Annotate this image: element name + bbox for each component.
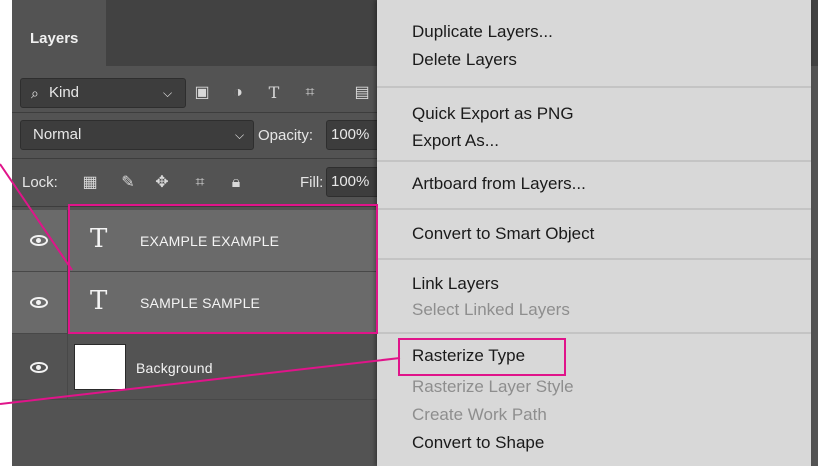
menu-item-rasterize-type[interactable]: Rasterize Type xyxy=(412,346,525,366)
lock-transparent-icon[interactable]: ▦ xyxy=(80,173,100,193)
menu-separator xyxy=(377,258,811,260)
fill-field[interactable]: 100% xyxy=(326,167,382,197)
fill-label: Fill: xyxy=(300,174,324,191)
chevron-down-icon: ⌵ xyxy=(235,128,245,142)
menu-separator xyxy=(377,86,811,88)
lock-move-icon[interactable]: ✥ xyxy=(152,173,172,193)
lock-label: Lock: xyxy=(22,174,58,191)
menu-item-rasterize-layer-style: Rasterize Layer Style xyxy=(412,377,574,396)
filter-kind-select[interactable]: ⌕ Kind ⌵ xyxy=(20,78,186,108)
eye-icon xyxy=(30,297,48,308)
menu-item-artboard-from-layers[interactable]: Artboard from Layers... xyxy=(412,174,586,194)
shape-filter-icon[interactable]: ⌗ xyxy=(300,83,320,103)
divider xyxy=(12,158,382,159)
menu-item-export-as[interactable]: Export As... xyxy=(412,131,499,151)
divider xyxy=(12,206,382,207)
visibility-toggle[interactable] xyxy=(12,210,68,272)
fill-value: 100% xyxy=(331,173,370,190)
chevron-down-icon: ⌵ xyxy=(163,86,173,100)
menu-item-convert-to-shape[interactable]: Convert to Shape xyxy=(412,433,544,453)
layer-name[interactable]: SAMPLE SAMPLE xyxy=(140,295,260,311)
menu-separator xyxy=(377,332,811,334)
opacity-label: Opacity: xyxy=(258,127,314,144)
opacity-field[interactable]: 100% xyxy=(326,120,382,150)
tab-layers[interactable]: Layers xyxy=(12,0,106,66)
menu-item-link-layers[interactable]: Link Layers xyxy=(412,274,499,294)
type-layer-icon: T xyxy=(90,286,108,316)
filter-kind-label: Kind xyxy=(49,84,80,101)
layer-name[interactable]: Background xyxy=(136,360,213,376)
menu-separator xyxy=(377,208,811,210)
layer-row-sample[interactable]: T SAMPLE SAMPLE xyxy=(12,272,382,334)
type-filter-icon[interactable]: T xyxy=(264,83,284,103)
type-layer-icon: T xyxy=(90,224,108,254)
opacity-value: 100% xyxy=(331,126,370,143)
visibility-toggle[interactable] xyxy=(12,272,68,334)
menu-item-select-linked-layers: Select Linked Layers xyxy=(412,300,570,319)
visibility-toggle[interactable] xyxy=(12,334,68,400)
menu-item-convert-smart-object[interactable]: Convert to Smart Object xyxy=(412,224,594,244)
eye-icon xyxy=(30,235,48,246)
menu-item-create-work-path: Create Work Path xyxy=(412,405,547,424)
lock-all-icon[interactable]: 🔒︎ xyxy=(226,173,246,193)
lock-artboard-icon[interactable]: ⌗ xyxy=(190,173,210,193)
blend-mode-value: Normal xyxy=(33,126,82,143)
search-icon: ⌕ xyxy=(31,85,39,101)
adjustment-filter-icon[interactable]: ◑ xyxy=(228,83,248,103)
divider xyxy=(12,112,382,113)
layer-row-example[interactable]: T EXAMPLE EXAMPLE xyxy=(12,210,382,272)
layer-thumbnail xyxy=(74,344,126,390)
layer-row-background[interactable]: Background xyxy=(12,334,382,400)
lock-brush-icon[interactable]: ✎ xyxy=(118,173,138,193)
blend-mode-select[interactable]: Normal ⌵ xyxy=(20,120,254,150)
menu-item-quick-export-png[interactable]: Quick Export as PNG xyxy=(412,104,574,124)
eye-icon xyxy=(30,362,48,373)
menu-item-duplicate-layers[interactable]: Duplicate Layers... xyxy=(412,22,553,42)
layer-name[interactable]: EXAMPLE EXAMPLE xyxy=(140,233,279,249)
menu-item-delete-layers[interactable]: Delete Layers xyxy=(412,50,517,70)
smart-object-filter-icon[interactable]: ▤ xyxy=(352,83,372,103)
image-filter-icon[interactable]: ▣ xyxy=(192,83,212,103)
menu-separator xyxy=(377,160,811,162)
context-menu: Duplicate Layers... Delete Layers Quick … xyxy=(377,0,811,466)
